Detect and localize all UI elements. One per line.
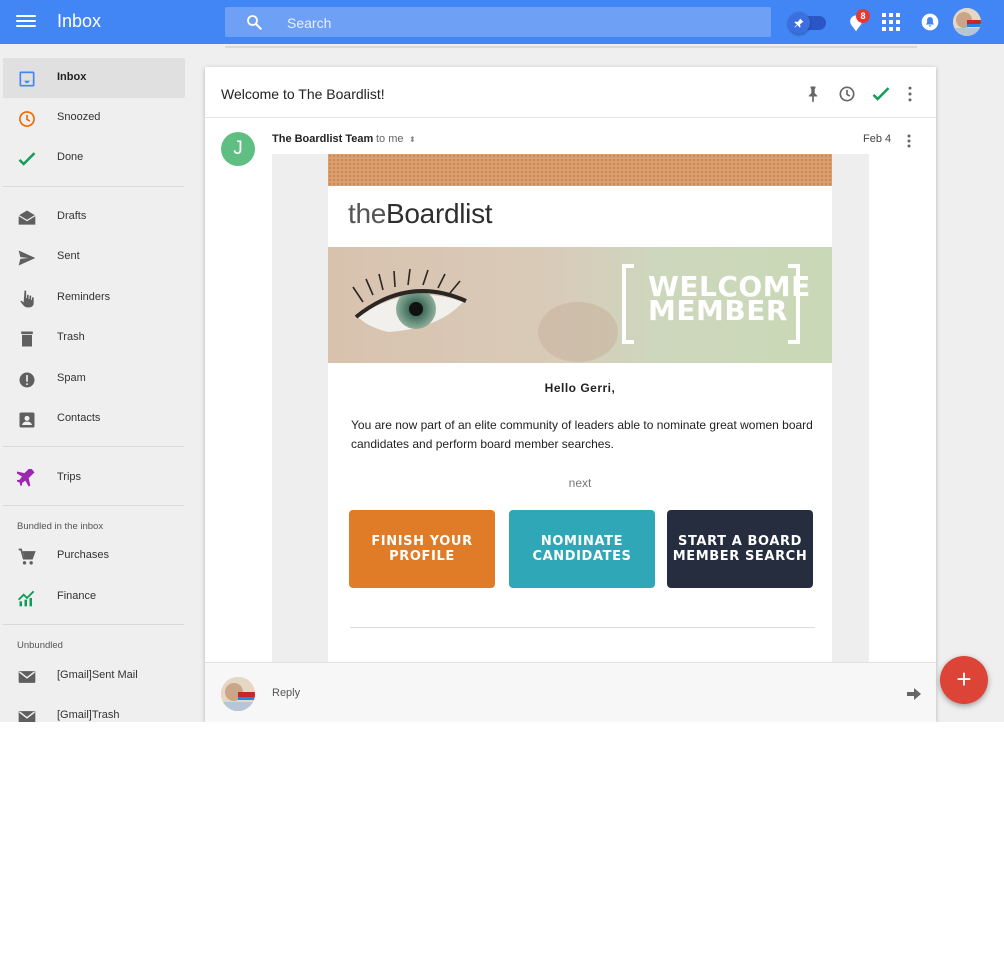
sidebar-item-snoozed[interactable]: Snoozed (3, 98, 185, 138)
board-member-search-button[interactable]: START A BOARD MEMBER SEARCH (667, 510, 813, 588)
expand-details-icon[interactable]: ⬍ (409, 135, 416, 144)
mail-icon (18, 671, 36, 683)
email-body-frame: theBoardlist WELCOME MEMBER Hello Gerri,… (272, 154, 869, 662)
sidebar-item-label: Trips (57, 471, 82, 483)
drafts-icon (18, 210, 36, 225)
sidebar-item-gmail-trash[interactable]: [Gmail]Trash (3, 696, 185, 722)
sidebar-item-label: Snoozed (57, 111, 101, 123)
sidebar-item-spam[interactable]: Spam (3, 359, 185, 399)
message-more-icon[interactable] (903, 133, 915, 149)
sidebar-item-label: Spam (57, 372, 86, 384)
notification-badge: 8 (856, 9, 870, 23)
sidebar-item-label: Reminders (57, 291, 111, 303)
sidebar-item-label: Inbox (57, 71, 87, 83)
sidebar-item-label: Contacts (57, 412, 101, 424)
cart-icon (18, 548, 36, 565)
email-header-banner (328, 154, 832, 186)
sidebar-item-label: Done (57, 151, 84, 163)
top-bar: Inbox 8 (0, 0, 1004, 44)
welcome-member-text: WELCOME MEMBER (648, 270, 811, 327)
clock-icon (19, 111, 35, 127)
email-body-text: You are now part of an elite community o… (351, 418, 813, 451)
boardlist-logo: theBoardlist (348, 198, 493, 229)
send-icon (18, 250, 36, 266)
pin-icon[interactable] (803, 84, 823, 104)
sidebar-divider (3, 446, 184, 447)
plane-icon (17, 469, 35, 487)
finish-profile-button[interactable]: FINISH YOUR PROFILE (349, 510, 495, 588)
compose-fab-plus-icon[interactable]: + (940, 656, 988, 704)
bundled-section-label: Bundled in the inbox (17, 521, 104, 532)
sidebar-item-reminders[interactable]: Reminders (3, 278, 185, 318)
sidebar: Inbox Snoozed Done Drafts Sent Reminders… (0, 44, 195, 722)
mark-done-check-icon[interactable] (871, 84, 891, 104)
email-content: theBoardlist WELCOME MEMBER Hello Gerri,… (328, 154, 832, 662)
list-edge (225, 46, 917, 48)
sidebar-item-finance[interactable]: Finance (3, 577, 185, 617)
reminder-hand-icon (20, 290, 34, 308)
sidebar-divider (3, 624, 184, 625)
account-avatar[interactable] (953, 8, 981, 36)
apps-grid-icon[interactable] (882, 13, 900, 31)
pin-icon (794, 18, 804, 28)
email-greeting: Hello Gerri, (544, 381, 616, 395)
sidebar-divider (3, 186, 184, 187)
sidebar-item-label: Finance (57, 590, 97, 602)
check-icon (18, 152, 36, 166)
sidebar-divider (3, 505, 184, 506)
recipient-label: to me (376, 133, 404, 145)
pinned-toggle[interactable] (788, 12, 828, 34)
email-divider (350, 627, 815, 628)
sidebar-item-label: Trash (57, 331, 85, 343)
next-link[interactable]: next (328, 476, 832, 490)
inbox-app: Inbox 8 Inbox (0, 0, 1004, 722)
sidebar-item-label: Drafts (57, 210, 87, 222)
sidebar-item-label: Sent (57, 250, 80, 262)
message-date: Feb 4 (863, 133, 892, 145)
contacts-icon (19, 412, 35, 428)
trash-icon (21, 331, 33, 347)
notifications-bell-icon[interactable] (920, 12, 940, 32)
sidebar-item-label: [Gmail]Sent Mail (57, 669, 138, 681)
forward-icon[interactable] (907, 687, 921, 700)
reminders-notification-button[interactable]: 8 (846, 9, 870, 34)
nominate-candidates-button[interactable]: NOMINATE CANDIDATES (509, 510, 655, 588)
app-title: Inbox (57, 11, 102, 31)
sidebar-item-purchases[interactable]: Purchases (3, 536, 185, 576)
search-icon (247, 15, 262, 30)
reply-bar[interactable]: Reply (205, 662, 936, 722)
header-divider (205, 117, 936, 118)
more-vert-icon[interactable] (900, 84, 920, 104)
sidebar-item-inbox[interactable]: Inbox (3, 58, 185, 98)
conversation-subject: Welcome to The Boardlist! (221, 86, 385, 102)
mail-icon (18, 711, 36, 722)
conversation-card: Welcome to The Boardlist! J The Boardlis… (205, 67, 936, 722)
sidebar-item-label: Purchases (57, 549, 109, 561)
sidebar-item-gmail-sent-mail[interactable]: [Gmail]Sent Mail (3, 656, 185, 696)
sidebar-item-drafts[interactable]: Drafts (3, 197, 185, 237)
sender-avatar: J (221, 132, 255, 166)
sidebar-item-sent[interactable]: Sent (3, 237, 185, 277)
inbox-icon (19, 71, 35, 87)
reply-label: Reply (272, 687, 301, 699)
search-bar[interactable] (225, 7, 771, 39)
spam-icon (19, 372, 35, 388)
user-avatar (221, 677, 255, 711)
sidebar-item-contacts[interactable]: Contacts (3, 399, 185, 439)
search-input[interactable] (285, 7, 759, 39)
finance-chart-icon (18, 590, 35, 607)
menu-icon[interactable] (16, 12, 36, 32)
sidebar-item-done[interactable]: Done (3, 138, 185, 178)
sidebar-item-trash[interactable]: Trash (3, 318, 185, 358)
welcome-hero-image: WELCOME MEMBER (328, 247, 832, 363)
unbundled-section-label: Unbundled (17, 640, 63, 651)
sidebar-item-trips[interactable]: Trips (3, 458, 185, 498)
sender-name: The Boardlist Team (272, 133, 374, 145)
snooze-clock-icon[interactable] (837, 84, 857, 104)
sidebar-item-label: [Gmail]Trash (57, 709, 120, 721)
